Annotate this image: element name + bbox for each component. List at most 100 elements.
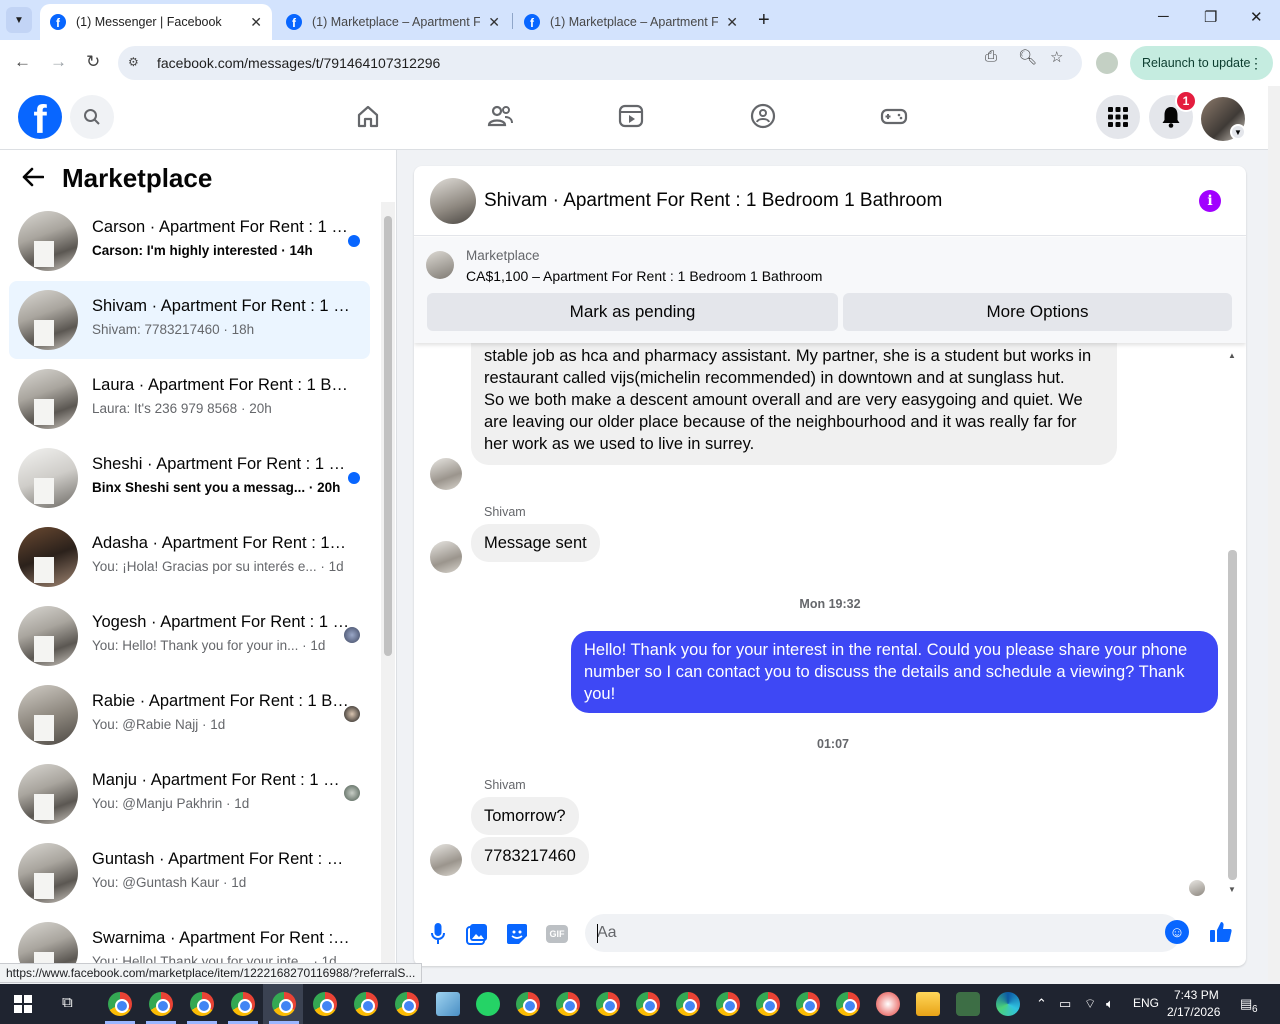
chevron-up-icon[interactable]: ⌃ [1036, 996, 1047, 1012]
gaming-icon[interactable] [878, 100, 910, 132]
emoji-icon[interactable]: ☺ [1165, 920, 1189, 944]
thumbs-up-icon[interactable] [1207, 918, 1235, 946]
friends-icon[interactable] [484, 100, 516, 132]
chrome-taskbar-icon[interactable] [836, 992, 860, 1016]
conversation-item[interactable]: Guntash · Apartment For Rent : 1 Bedroom… [9, 834, 370, 912]
chrome-taskbar-icon[interactable] [395, 992, 419, 1016]
chrome-taskbar-icon[interactable] [556, 992, 580, 1016]
tab-messenger[interactable]: f (1) Messenger | Facebook ✕ [40, 4, 272, 40]
windows-start-icon[interactable] [14, 995, 32, 1013]
gif-icon[interactable]: GIF [546, 925, 568, 943]
chrome-taskbar-icon[interactable] [354, 992, 378, 1016]
address-bar[interactable]: ⚙ facebook.com/messages/t/79146410731229… [118, 46, 1082, 80]
info-icon[interactable]: i [1199, 190, 1221, 212]
app-taskbar-icon[interactable] [956, 992, 980, 1016]
chrome-taskbar-icon[interactable] [516, 992, 540, 1016]
conversation-item[interactable]: Carson · Apartment For Rent : 1 Bedroom … [9, 202, 370, 280]
conversation-item[interactable]: Adasha · Apartment For Rent : 1 Bedroom … [9, 518, 370, 596]
restore-window-icon[interactable]: ❐ [1204, 8, 1217, 26]
chrome-taskbar-icon[interactable] [190, 992, 214, 1016]
chrome-taskbar-icon[interactable] [636, 992, 660, 1016]
minimize-window-icon[interactable]: ─ [1158, 8, 1169, 25]
chevron-down-icon[interactable]: ▼ [1230, 124, 1246, 140]
sender-avatar[interactable] [430, 458, 462, 490]
forward-arrow-icon[interactable]: → [50, 52, 67, 72]
chrome-taskbar-icon[interactable] [596, 992, 620, 1016]
reload-icon[interactable]: ↻ [86, 52, 100, 72]
clock-date[interactable]: 2/17/2026 [1167, 1005, 1220, 1019]
listing-thumbnail[interactable] [426, 251, 454, 279]
more-options-button[interactable]: More Options [843, 293, 1232, 331]
photo-gallery-icon[interactable] [465, 922, 489, 946]
clock-time[interactable]: 7:43 PM [1174, 988, 1219, 1002]
back-arrow-icon[interactable] [22, 167, 45, 193]
site-info-icon[interactable]: ⚙ [128, 55, 144, 71]
notification-center-icon[interactable]: ▤ [1240, 996, 1252, 1012]
bookmark-star-icon[interactable]: ☆ [1050, 48, 1063, 66]
file-explorer-taskbar-icon[interactable] [916, 992, 940, 1016]
listing-title[interactable]: CA$1,100 – Apartment For Rent : 1 Bedroo… [466, 268, 822, 284]
sender-avatar[interactable] [430, 541, 462, 573]
conversation-item[interactable]: Manju · Apartment For Rent : 1 Bedroom 1… [9, 755, 370, 833]
chrome-taskbar-icon[interactable] [149, 992, 173, 1016]
chrome-taskbar-icon[interactable] [716, 992, 740, 1016]
url-text[interactable]: facebook.com/messages/t/791464107312296 [157, 55, 440, 71]
volume-icon[interactable]: 🔈︎ [1106, 996, 1114, 1012]
facebook-logo-icon[interactable]: f [18, 95, 62, 139]
conversation-item-selected[interactable]: Shivam · Apartment For Rent : 1 Bedroom … [9, 281, 370, 359]
conversation-item[interactable]: Yogesh · Apartment For Rent : 1 Bedroom … [9, 597, 370, 675]
close-tab-icon[interactable]: ✕ [250, 14, 262, 31]
install-app-icon[interactable]: ⎙ [985, 48, 997, 65]
chrome-taskbar-icon[interactable] [272, 992, 296, 1016]
wifi-icon[interactable]: ⌔ [1084, 996, 1096, 1012]
scrollbar-thumb[interactable] [1228, 550, 1237, 880]
tab-marketplace-2[interactable]: f (1) Marketplace – Apartment Fo ✕ [514, 4, 748, 40]
mark-as-pending-button[interactable]: Mark as pending [427, 293, 838, 331]
groups-icon[interactable] [747, 100, 779, 132]
whatsapp-taskbar-icon[interactable] [476, 992, 500, 1016]
chrome-taskbar-icon[interactable] [313, 992, 337, 1016]
sender-avatar[interactable] [430, 844, 462, 876]
meet-now-icon[interactable]: ▭ [1059, 996, 1071, 1012]
close-tab-icon[interactable]: ✕ [726, 14, 738, 31]
menu-grid-icon[interactable] [1096, 95, 1140, 139]
scroll-down-arrow-icon[interactable]: ▼ [1228, 885, 1236, 894]
video-icon[interactable] [615, 100, 647, 132]
back-arrow-icon[interactable]: ← [14, 52, 31, 72]
microphone-icon[interactable] [426, 922, 450, 946]
message-input-field[interactable] [597, 920, 1137, 946]
conversation-avatar[interactable] [430, 178, 476, 224]
conversation-item[interactable]: Laura · Apartment For Rent : 1 Bedroom 1… [9, 360, 370, 438]
conversation-item[interactable]: Rabie · Apartment For Rent : 1 Bedroom 1… [9, 676, 370, 754]
close-window-icon[interactable]: ✕ [1250, 8, 1263, 26]
task-view-icon[interactable]: ⧉ [62, 994, 73, 1011]
scrollbar-thumb[interactable] [384, 216, 392, 656]
language-indicator[interactable]: ENG [1133, 996, 1159, 1010]
search-icon[interactable] [70, 95, 114, 139]
tab-marketplace-1[interactable]: f (1) Marketplace – Apartment Fo ✕ [276, 4, 510, 40]
tab-search-chevron-icon[interactable]: ▼ [6, 7, 32, 33]
chrome-taskbar-icon[interactable] [108, 992, 132, 1016]
close-tab-icon[interactable]: ✕ [488, 14, 500, 31]
sidebar-scrollbar[interactable] [381, 202, 395, 981]
message-input[interactable] [585, 914, 1181, 952]
notepad-taskbar-icon[interactable] [436, 992, 460, 1016]
chrome-taskbar-icon[interactable] [756, 992, 780, 1016]
paint-taskbar-icon[interactable] [876, 992, 900, 1016]
edge-taskbar-icon[interactable] [996, 992, 1020, 1016]
message-scrollbar[interactable]: ▲ ▼ [1225, 351, 1239, 894]
relaunch-button[interactable]: Relaunch to update ⋮ [1130, 46, 1273, 80]
chrome-taskbar-icon[interactable] [676, 992, 700, 1016]
page-scrollbar[interactable] [1268, 86, 1280, 981]
conversation-item[interactable]: Sheshi · Apartment For Rent : 1 Bedroom … [9, 439, 370, 517]
zoom-icon[interactable]: 🔍︎ [1018, 48, 1037, 66]
chrome-taskbar-icon[interactable] [231, 992, 255, 1016]
new-tab-plus-icon[interactable]: + [758, 9, 770, 32]
home-icon[interactable] [352, 100, 384, 132]
profile-avatar-icon[interactable] [1096, 52, 1118, 74]
more-vertical-icon[interactable]: ⋮ [1249, 55, 1263, 72]
scroll-up-arrow-icon[interactable]: ▲ [1228, 351, 1236, 360]
chrome-taskbar-icon[interactable] [796, 992, 820, 1016]
sticker-icon[interactable] [505, 922, 529, 946]
conversation-title[interactable]: Shivam · Apartment For Rent : 1 Bedroom … [484, 190, 942, 212]
